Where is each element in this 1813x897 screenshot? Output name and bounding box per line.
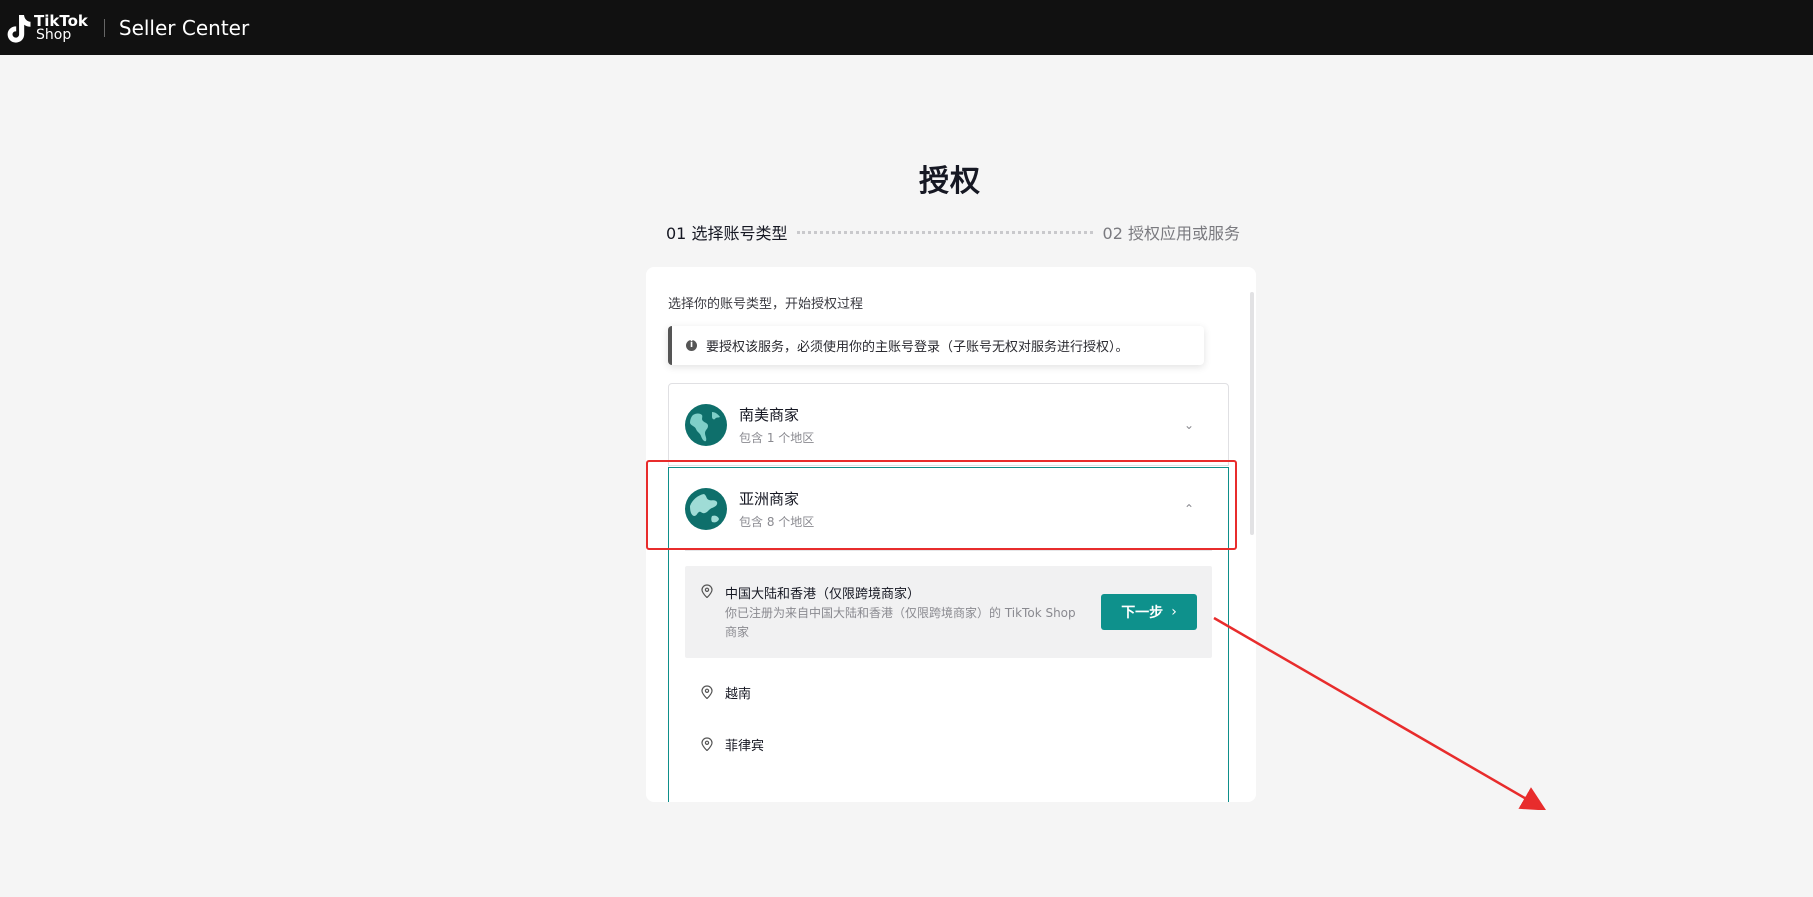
- intro-text: 选择你的账号类型，开始授权过程: [668, 297, 864, 312]
- globe-americas-icon: [685, 403, 727, 446]
- region-count: 包含 1 个地区: [739, 430, 815, 445]
- logo-line-tiktok: TikTok: [34, 11, 88, 30]
- sub-region-title: 菲律宾: [725, 739, 765, 754]
- app-title: Seller Center: [118, 15, 250, 40]
- logo-line-shop: Shop: [36, 26, 72, 43]
- sub-region-title: 越南: [725, 687, 752, 702]
- location-pin-icon: [701, 685, 713, 699]
- tiktok-shop-logo[interactable]: TikTok Shop: [6, 12, 88, 44]
- chevron-right-icon: ›: [1171, 604, 1177, 620]
- card-scrollbar[interactable]: [1250, 292, 1254, 535]
- header-divider: [103, 18, 105, 37]
- sub-region-vietnam[interactable]: 越南: [685, 677, 1212, 707]
- step-2-label: 02 授权应用或服务: [1102, 224, 1240, 243]
- chevron-down-icon[interactable]: ⌄: [1184, 418, 1194, 432]
- annotation-highlight-box: [646, 460, 1237, 550]
- page-title: 授权: [919, 164, 981, 199]
- sub-region-philippines[interactable]: 菲律宾: [685, 729, 1212, 759]
- notice-text: 要授权该服务，必须使用你的主账号登录（子账号无权对服务进行授权）。: [706, 340, 1129, 355]
- next-step-button[interactable]: 下一步 ›: [1101, 594, 1197, 630]
- region-text: 南美商家 包含 1 个地区: [739, 404, 814, 446]
- location-pin-icon: [701, 584, 713, 598]
- sub-region-china-hk[interactable]: 中国大陆和香港（仅限跨境商家） 你已注册为来自中国大陆和香港（仅限跨境商家）的 …: [685, 566, 1212, 658]
- region-name: 南美商家: [739, 405, 800, 424]
- annotation-arrow: [1213, 616, 1547, 810]
- info-icon: i: [686, 340, 697, 351]
- step-connector: [797, 230, 1093, 234]
- stepper: 01 选择账号类型 02 授权应用或服务: [666, 220, 1240, 244]
- location-pin-icon: [701, 737, 713, 751]
- sub-region-description: 你已注册为来自中国大陆和香港（仅限跨境商家）的 TikTok Shop 商家: [725, 606, 1076, 639]
- logo-text: TikTok Shop: [34, 11, 88, 43]
- step-1-label: 01 选择账号类型: [666, 224, 788, 243]
- list-divider: [685, 550, 1212, 551]
- sub-region-title: 中国大陆和香港（仅限跨境商家）: [725, 587, 921, 602]
- next-step-label: 下一步: [1121, 605, 1164, 621]
- top-bar: TikTok Shop Seller Center: [0, 0, 1813, 55]
- tiktok-logo-icon: [7, 14, 31, 43]
- notice-banner: i 要授权该服务，必须使用你的主账号登录（子账号无权对服务进行授权）。: [668, 326, 1204, 365]
- asia-region-list: 中国大陆和香港（仅限跨境商家） 你已注册为来自中国大陆和香港（仅限跨境商家）的 …: [668, 550, 1229, 802]
- region-south-america[interactable]: 南美商家 包含 1 个地区 ⌄: [668, 383, 1229, 466]
